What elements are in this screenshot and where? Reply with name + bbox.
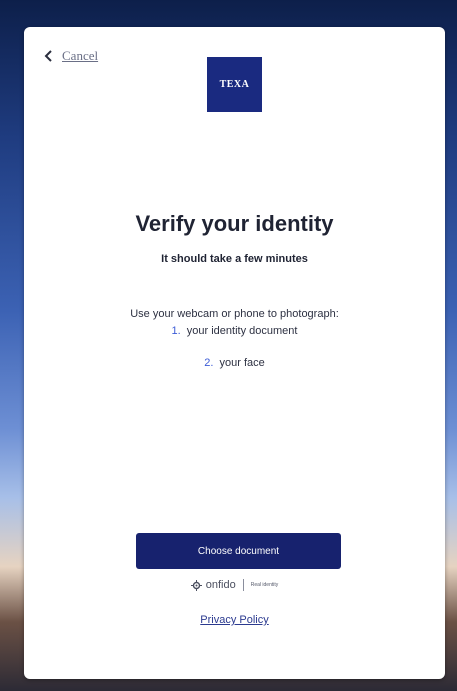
cancel-label[interactable]: Cancel [62, 48, 98, 64]
step-number: 1. [171, 325, 181, 337]
choose-document-button[interactable]: Choose document [136, 533, 341, 569]
onfido-logo-icon [190, 579, 202, 591]
chevron-left-icon [44, 50, 52, 62]
step-item: 2. your face [24, 357, 445, 369]
page-title: Verify your identity [135, 211, 334, 236]
step-text: your face [219, 357, 265, 369]
brand-tagline: Real identity [250, 582, 279, 588]
step-number: 2. [204, 357, 214, 369]
texa-logo: TEXA [207, 57, 262, 112]
page-subtitle: It should take a few minutes [161, 253, 308, 265]
step-text: your identity document [186, 325, 298, 337]
privacy-policy-link[interactable]: Privacy Policy [24, 614, 445, 626]
verification-card: Cancel TEXA Verify your identity It shou… [24, 27, 445, 679]
logo-text: TEXA [219, 79, 250, 90]
instructions-text: Use your webcam or phone to photograph: [130, 308, 339, 320]
step-item: 1. your identity document [24, 325, 445, 337]
brand-name: onfido [205, 579, 236, 591]
brand-divider [242, 579, 244, 591]
onfido-branding: onfido Real identity [24, 579, 445, 591]
cancel-link[interactable]: Cancel [44, 48, 98, 64]
